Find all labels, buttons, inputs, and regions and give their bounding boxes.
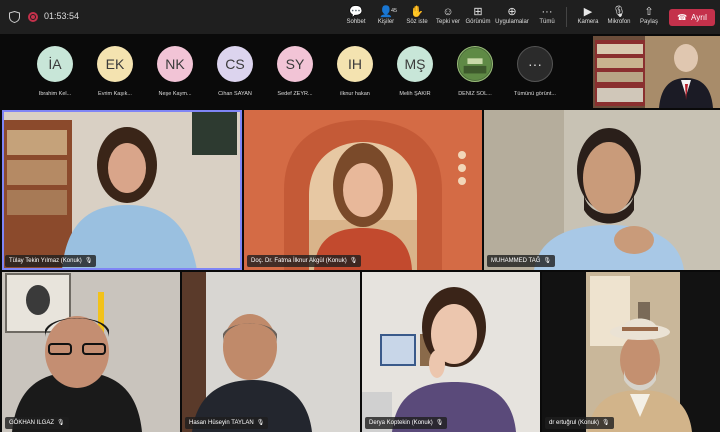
microphone-muted-icon: 🎙 (256, 420, 265, 426)
video-tile[interactable]: Derya Koptekin (Konuk) 🎙 (362, 272, 540, 432)
smiley-icon: ☺ (442, 6, 454, 18)
video-feed (182, 272, 360, 432)
microphone-button[interactable]: 🎙 Mikrofon (604, 5, 634, 31)
apps-button[interactable]: ⊕ Uygulamalar (494, 5, 530, 31)
microphone-muted-icon: 🎙 (349, 258, 358, 264)
self-video-preview[interactable] (593, 36, 720, 108)
video-feed (2, 272, 180, 432)
video-feed (484, 110, 720, 270)
participant-name-tag: Doç. Dr. Fatma İlknur Akgül (Konuk) 🎙 (247, 255, 362, 267)
avatar: İA (37, 46, 73, 82)
video-feed (244, 110, 482, 270)
hand-icon: ✋ (410, 6, 424, 18)
video-feed (362, 272, 540, 432)
avatar: EK (97, 46, 133, 82)
toolbar-divider (566, 7, 567, 27)
microphone-muted-icon: 🎙 (435, 420, 444, 426)
view-button[interactable]: ⊞ Görünüm (464, 5, 492, 31)
leave-button[interactable]: ☎ Ayrıl (669, 9, 715, 26)
microphone-muted-icon: 🎙 (543, 258, 552, 264)
video-feed (2, 110, 242, 270)
video-feed (593, 36, 720, 108)
react-button[interactable]: ☺ Tepki ver (434, 5, 462, 31)
video-tile[interactable]: GÖKHAN ILGAZ 🎙 (2, 272, 180, 432)
raise-hand-button[interactable]: ✋ Söz iste (402, 5, 432, 31)
participant-avatar[interactable]: IH ilknur hakan (325, 46, 385, 97)
chat-icon: 💬 (349, 6, 363, 18)
microphone-muted-icon: 🎙 (57, 420, 65, 426)
participant-avatar[interactable]: CS Cihan SAYAN (205, 46, 265, 97)
recording-icon (28, 12, 38, 22)
more-icon: ··· (517, 46, 553, 82)
avatar: SY (277, 46, 313, 82)
phone-hangup-icon: ☎ (677, 13, 688, 22)
people-count: 45 (391, 8, 398, 14)
logo-image (458, 47, 492, 81)
grid-view-icon: ⊞ (473, 6, 483, 18)
camera-button[interactable]: ▶ Kamera (574, 5, 602, 31)
more-icon: ··· (541, 6, 553, 18)
more-button[interactable]: ··· Tümü (534, 5, 560, 31)
avatar: MŞ (397, 46, 433, 82)
video-feed (542, 272, 720, 432)
participant-name-tag: MUHAMMED TAĞ 🎙 (487, 255, 556, 267)
participant-avatar[interactable]: MŞ Melih ŞAKİR (385, 46, 445, 97)
show-all-button[interactable]: ··· Tümünü görünt... (505, 46, 565, 97)
participant-avatar[interactable]: DENİZ SOL... (445, 46, 505, 97)
participant-avatar[interactable]: EK Evrim Kaşık... (85, 46, 145, 97)
video-tile[interactable]: MUHAMMED TAĞ 🎙 (484, 110, 720, 270)
meeting-timer: 01:53:54 (44, 11, 80, 21)
chat-button[interactable]: 💬 Sohbet (342, 5, 370, 31)
microphone-muted-icon: 🎙 (602, 420, 610, 426)
participant-name-tag: Tülay Tekin Yılmaz (Konuk) 🎙 (5, 255, 97, 267)
share-icon: ⇧ (644, 6, 654, 18)
video-tile[interactable]: Hasan Hüseyin TAYLAN 🎙 (182, 272, 360, 432)
camera-icon: ▶ (583, 6, 593, 18)
avatar: IH (337, 46, 373, 82)
participant-avatar[interactable]: İA İbrahim Kel... (25, 46, 85, 97)
microphone-muted-icon: 🎙 (612, 6, 626, 18)
video-tile[interactable]: Tülay Tekin Yılmaz (Konuk) 🎙 (2, 110, 242, 270)
avatar: CS (217, 46, 253, 82)
microphone-muted-icon: 🎙 (84, 258, 93, 264)
participant-name-tag: Derya Koptekin (Konuk) 🎙 (365, 417, 448, 429)
add-app-icon: ⊕ (507, 6, 517, 18)
participant-avatar[interactable]: SY Sedef ZEYR... (265, 46, 325, 97)
meeting-toolbar: 01:53:54 💬 Sohbet 👤 45 Kişiler ✋ Söz ist… (0, 0, 720, 34)
avatar (457, 46, 493, 82)
participant-name-tag: dr ertuğrul (Konuk) 🎙 (545, 417, 614, 429)
video-tile[interactable]: Doç. Dr. Fatma İlknur Akgül (Konuk) 🎙 (244, 110, 482, 270)
video-tile[interactable]: dr ertuğrul (Konuk) 🎙 (542, 272, 720, 432)
participant-name-tag: Hasan Hüseyin TAYLAN 🎙 (185, 417, 269, 429)
video-grid: Tülay Tekin Yılmaz (Konuk) 🎙 Doç. Dr. Fat… (0, 108, 720, 432)
share-button[interactable]: ⇧ Paylaş (636, 5, 662, 31)
participant-avatar[interactable]: NK Neşe Kaym... (145, 46, 205, 97)
people-button[interactable]: 👤 45 Kişiler (372, 5, 400, 31)
avatar: NK (157, 46, 193, 82)
participant-name-tag: GÖKHAN ILGAZ 🎙 (5, 417, 69, 429)
shield-icon (9, 11, 20, 23)
